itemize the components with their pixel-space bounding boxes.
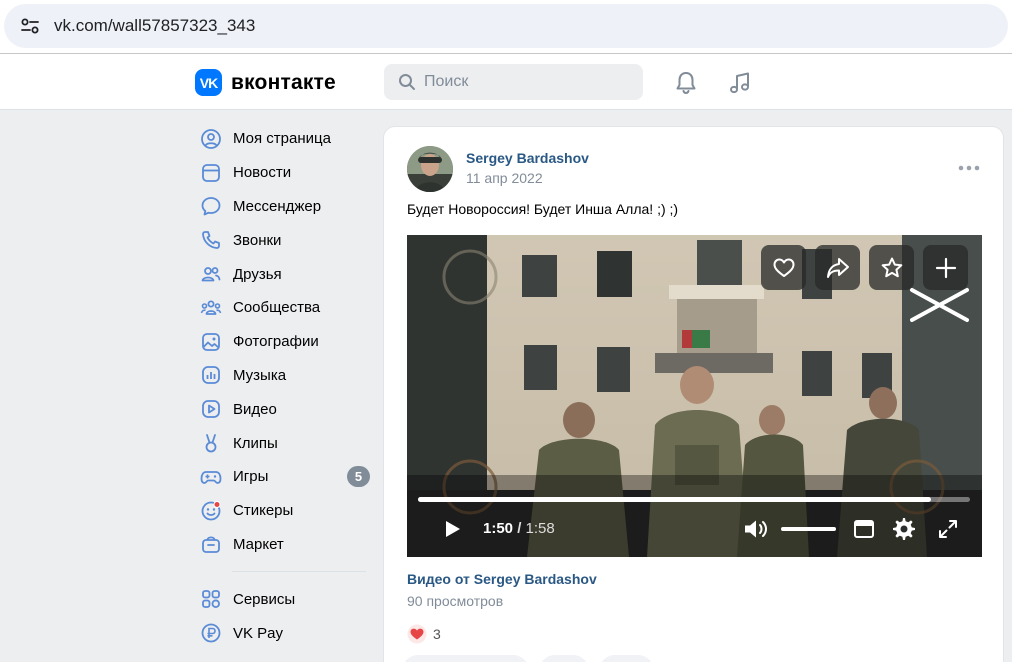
reaction-pill[interactable] — [402, 655, 529, 662]
video-progress-bar[interactable] — [418, 497, 970, 502]
address-field[interactable]: vk.com/wall57857323_343 — [4, 4, 1008, 48]
author-avatar[interactable] — [407, 146, 453, 192]
site-header: VK вконтакте — [0, 54, 1012, 110]
games-icon — [200, 470, 222, 484]
vk-logo[interactable]: VK вконтакте — [195, 69, 336, 96]
sidebar-item-market[interactable]: Маркет — [196, 528, 376, 562]
sidebar-item-label: Сообщества — [233, 299, 321, 317]
post-date[interactable]: 11 апр 2022 — [466, 170, 543, 186]
video-time-separator: / — [517, 520, 522, 537]
like-count: 3 — [433, 626, 441, 642]
sidebar-item-games[interactable]: Игры 5 — [196, 460, 376, 494]
search-input[interactable] — [424, 73, 624, 91]
sidebar-item-news[interactable]: Новости — [196, 156, 376, 190]
share-pill[interactable] — [599, 655, 654, 662]
video-title[interactable]: Видео от Sergey Bardashov — [407, 571, 597, 587]
sidebar-item-label: Звонки — [233, 231, 282, 249]
sidebar-divider — [232, 571, 366, 573]
sidebar-item-label: Друзья — [233, 265, 282, 283]
sidebar-item-label: Сервисы — [233, 590, 296, 608]
photos-icon — [202, 332, 220, 351]
market-icon — [202, 536, 220, 554]
avatar-photo — [407, 146, 453, 192]
search-icon — [399, 74, 415, 90]
settings-gear-icon[interactable] — [891, 516, 917, 542]
sidebar-item-photos[interactable]: Фотографии — [196, 325, 376, 359]
video-time: 1:50 / 1:58 — [483, 520, 555, 537]
phone-icon — [202, 231, 220, 250]
music-icon — [202, 366, 220, 385]
sidebar-item-label: Стикеры — [233, 502, 294, 520]
sidebar-item-label: Новости — [233, 164, 292, 182]
messenger-icon — [201, 197, 221, 216]
sidebar-item-clips[interactable]: Клипы — [196, 426, 376, 460]
video-views: 90 просмотров — [407, 593, 504, 609]
post-likes[interactable]: 3 — [407, 624, 441, 644]
volume-icon[interactable] — [742, 517, 770, 541]
add-video-button[interactable] — [923, 245, 968, 290]
profile-icon — [201, 128, 221, 149]
sidebar-item-label: Моя страница — [233, 130, 331, 148]
play-icon[interactable] — [441, 518, 463, 540]
sidebar-item-communities[interactable]: Сообщества — [196, 291, 376, 325]
star-icon — [881, 257, 902, 277]
sidebar-item-calls[interactable]: Звонки — [196, 223, 376, 257]
clips-icon — [205, 434, 217, 453]
news-icon — [202, 163, 220, 182]
notifications-bell-icon[interactable] — [673, 70, 699, 96]
vk-logo-text: вконтакте — [231, 70, 336, 94]
sidebar-item-my-page[interactable]: Моя страница — [196, 122, 376, 156]
more-options-icon[interactable] — [958, 165, 980, 171]
heart-outline-icon — [773, 258, 794, 277]
vk-logo-icon: VK — [195, 69, 222, 96]
music-note-icon[interactable] — [727, 70, 753, 96]
services-icon — [202, 590, 220, 609]
stickers-icon — [201, 500, 221, 521]
browser-url-bar: vk.com/wall57857323_343 — [0, 0, 1012, 54]
left-sidebar: Моя страница Новости Мессенджер Звонки Д… — [196, 122, 376, 650]
friends-icon — [201, 267, 221, 282]
sidebar-item-video[interactable]: Видео — [196, 392, 376, 426]
favorite-video-button[interactable] — [869, 245, 914, 290]
games-count-badge: 5 — [347, 466, 370, 488]
sidebar-item-music[interactable]: Музыка — [196, 359, 376, 393]
comment-pill[interactable] — [539, 655, 589, 662]
video-player[interactable]: 1:50 / 1:58 — [407, 235, 982, 557]
miniplayer-icon[interactable] — [853, 519, 875, 539]
heart-filled-icon — [407, 624, 427, 644]
share-video-button[interactable] — [815, 245, 860, 290]
video-current-time: 1:50 — [483, 520, 514, 537]
sidebar-item-label: Мессенджер — [233, 197, 322, 215]
sidebar-item-label: Фотографии — [233, 333, 319, 351]
sidebar-item-label: VK Pay — [233, 624, 284, 642]
sidebar-item-messenger[interactable]: Мессенджер — [196, 190, 376, 224]
like-video-button[interactable] — [761, 245, 806, 290]
share-icon — [826, 257, 849, 278]
post-card: Sergey Bardashov 11 апр 2022 Будет Новор… — [383, 126, 1004, 662]
sidebar-item-label: Музыка — [233, 366, 287, 384]
post-author-name[interactable]: Sergey Bardashov — [466, 150, 589, 166]
communities-icon — [200, 300, 222, 315]
post-text: Будет Новороссия! Будет Инша Алла! ;) ;) — [407, 201, 679, 217]
search-box[interactable] — [384, 64, 643, 100]
fullscreen-icon[interactable] — [937, 518, 959, 540]
vkpay-icon — [201, 623, 221, 643]
plus-icon — [935, 257, 956, 278]
video-progress-fill — [418, 497, 932, 502]
sidebar-item-label: Клипы — [233, 434, 278, 452]
sidebar-item-stickers[interactable]: Стикеры — [196, 494, 376, 528]
volume-slider[interactable] — [781, 527, 836, 531]
site-settings-icon[interactable] — [18, 14, 42, 38]
sidebar-item-friends[interactable]: Друзья — [196, 257, 376, 291]
video-duration: 1:58 — [525, 520, 555, 537]
video-icon — [202, 400, 220, 419]
sidebar-item-label: Игры — [233, 468, 269, 486]
sidebar-item-label: Маркет — [233, 535, 284, 553]
url-text[interactable]: vk.com/wall57857323_343 — [54, 16, 255, 36]
sidebar-item-services[interactable]: Сервисы — [196, 582, 376, 616]
sidebar-item-vkpay[interactable]: VK Pay — [196, 616, 376, 650]
sidebar-item-label: Видео — [233, 400, 277, 418]
